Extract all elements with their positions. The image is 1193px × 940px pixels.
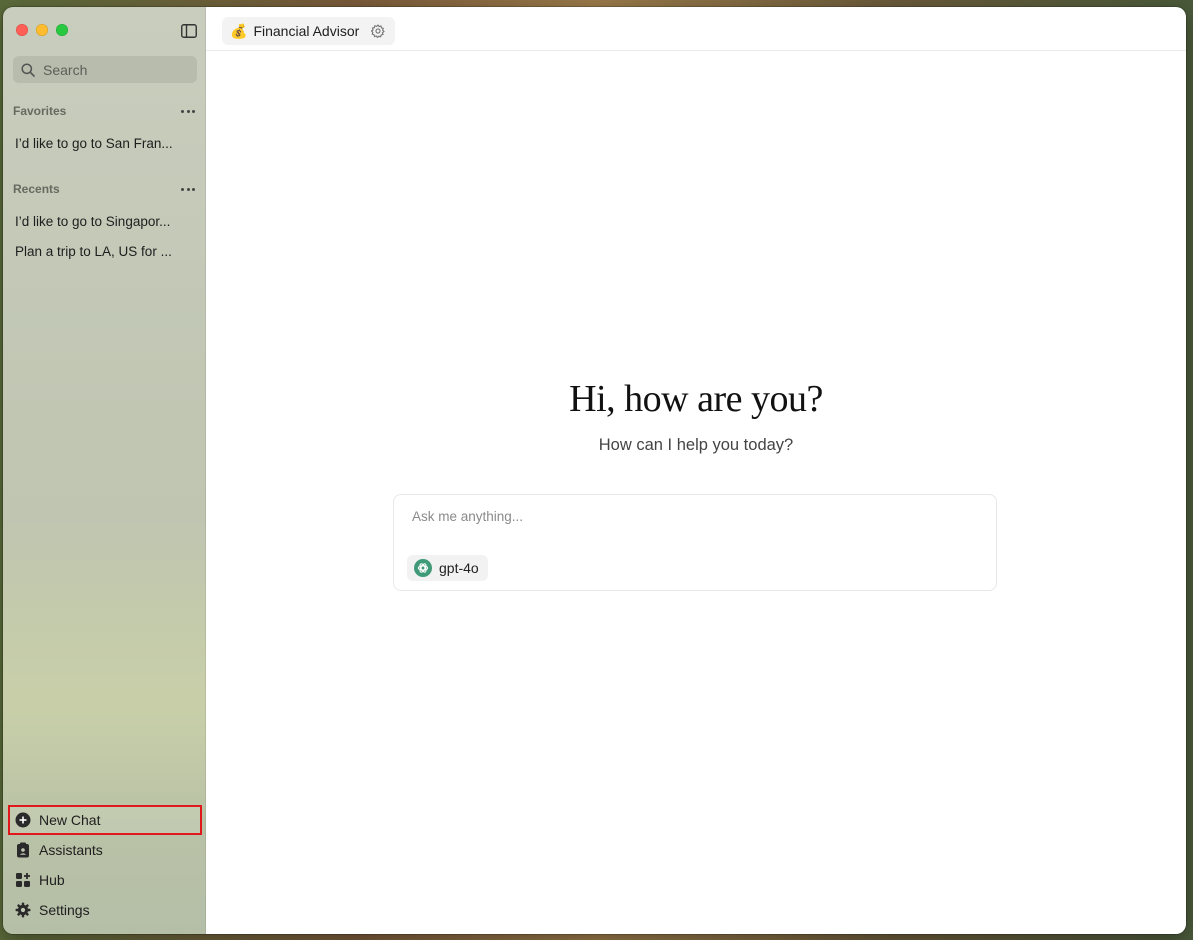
main-panel: 💰 Financial Advisor Hi, how are you? How… — [206, 7, 1186, 934]
assistant-selector[interactable]: 💰 Financial Advisor — [222, 17, 396, 45]
gear-icon — [15, 902, 31, 918]
search-box[interactable] — [13, 56, 197, 83]
recent-chat-item[interactable]: Plan a trip to LA, US for ... — [9, 239, 199, 265]
close-window-button[interactable] — [16, 24, 28, 36]
hub-button[interactable]: Hub — [9, 866, 201, 894]
recents-more-icon[interactable] — [179, 184, 197, 195]
sidebar-toggle-icon[interactable] — [181, 24, 197, 38]
openai-logo-icon — [414, 559, 432, 577]
assistant-name: Financial Advisor — [253, 23, 360, 39]
recents-header: Recents — [13, 181, 197, 197]
grid-plus-icon — [15, 872, 31, 888]
app-window: Favorites I’d like to go to San Fran... … — [3, 7, 1186, 934]
message-input[interactable] — [410, 508, 974, 525]
model-name: gpt-4o — [439, 560, 479, 576]
recents-title: Recents — [13, 182, 60, 196]
assistants-label: Assistants — [39, 842, 103, 858]
search-icon — [21, 62, 35, 77]
favorite-chat-item[interactable]: I’d like to go to San Fran... — [9, 131, 199, 157]
new-chat-label: New Chat — [39, 812, 101, 828]
message-composer[interactable]: gpt-4o — [393, 494, 997, 591]
money-bag-icon: 💰 — [230, 22, 248, 39]
assistant-settings-icon[interactable] — [370, 24, 386, 39]
settings-button[interactable]: Settings — [9, 896, 201, 924]
new-chat-button[interactable]: New Chat — [8, 805, 202, 835]
window-controls — [16, 24, 68, 36]
favorites-more-icon[interactable] — [179, 106, 197, 117]
top-bar: 💰 Financial Advisor — [206, 7, 1186, 51]
greeting-title: Hi, how are you? — [569, 378, 823, 420]
favorites-header: Favorites — [13, 103, 197, 119]
model-selector[interactable]: gpt-4o — [407, 555, 488, 581]
assistant-clipboard-icon — [15, 842, 31, 858]
greeting-subtitle: How can I help you today? — [598, 436, 794, 454]
sidebar: Favorites I’d like to go to San Fran... … — [3, 7, 206, 934]
assistants-button[interactable]: Assistants — [9, 836, 201, 864]
search-input[interactable] — [41, 60, 195, 79]
plus-circle-icon — [15, 812, 31, 828]
settings-label: Settings — [39, 902, 90, 918]
hub-label: Hub — [39, 872, 65, 888]
maximize-window-button[interactable] — [56, 24, 68, 36]
favorites-title: Favorites — [13, 104, 67, 118]
recent-chat-item[interactable]: I’d like to go to Singapor... — [9, 209, 199, 235]
minimize-window-button[interactable] — [36, 24, 48, 36]
